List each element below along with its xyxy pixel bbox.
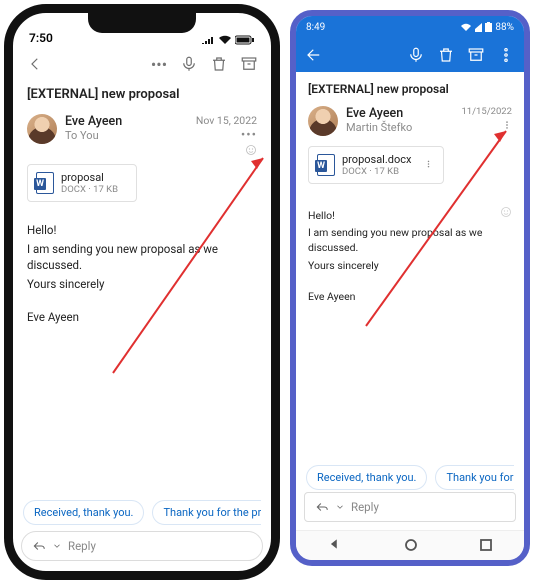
signal-icon — [201, 35, 215, 45]
nav-home-icon[interactable] — [405, 536, 417, 555]
sender-to: Martin Štefko — [346, 121, 412, 134]
wifi-icon — [218, 35, 232, 45]
archive-icon[interactable] — [464, 43, 488, 67]
attachment[interactable]: proposal DOCX · 17 KB — [27, 164, 137, 202]
avatar — [308, 106, 338, 136]
sender-to: To You — [65, 129, 122, 142]
email-content: [EXTERNAL] new proposal Eve Ayeen To You… — [13, 81, 271, 325]
message-more-icon[interactable] — [502, 118, 512, 136]
word-doc-icon — [317, 154, 335, 176]
sender-row[interactable]: Eve Ayeen To You Nov 15, 2022 ••• — [27, 114, 257, 144]
email-date: 11/15/2022 — [461, 106, 512, 117]
body-line: Yours sincerely — [308, 258, 512, 273]
email-body: Hello! I am sending you new proposal as … — [27, 222, 257, 325]
android-navbar — [296, 530, 524, 560]
quick-replies: Received, thank you. Thank you for the p… — [23, 500, 261, 525]
attachment-meta: DOCX · 17 KB — [342, 166, 411, 177]
battery-pct: 88% — [495, 22, 514, 33]
attachment[interactable]: proposal.docx DOCX · 17 KB — [308, 146, 444, 184]
status-indicators — [201, 35, 255, 45]
android-header: 8:49 88% — [296, 16, 524, 72]
reply-icon — [32, 539, 46, 553]
email-body: Hello! I am sending you new proposal as … — [308, 208, 512, 304]
email-content: [EXTERNAL] new proposal Eve Ayeen Martin… — [296, 72, 524, 304]
status-bar: 8:49 88% — [296, 16, 524, 38]
email-subject: [EXTERNAL] new proposal — [308, 82, 512, 96]
more-icon[interactable]: ••• — [147, 52, 171, 76]
reply-label: Reply — [68, 539, 96, 553]
android-frame: 8:49 88% — [290, 10, 530, 566]
signal-icon — [475, 23, 482, 32]
battery-icon — [235, 35, 255, 45]
quick-reply-chip[interactable]: Received, thank you. — [23, 500, 144, 525]
sender-name: Eve Ayeen — [65, 114, 122, 129]
back-icon[interactable] — [302, 43, 326, 67]
trash-icon[interactable] — [434, 43, 458, 67]
mic-icon[interactable] — [404, 43, 428, 67]
toolbar — [296, 38, 524, 72]
reply-icon — [315, 500, 329, 514]
toolbar: ••• — [13, 47, 271, 81]
body-line: Hello! — [27, 222, 257, 239]
body-line: Yours sincerely — [27, 276, 257, 293]
wifi-icon — [460, 23, 472, 32]
word-doc-icon — [36, 172, 54, 194]
avatar — [27, 114, 57, 144]
reply-bar[interactable]: Reply — [21, 531, 263, 561]
overflow-icon[interactable] — [494, 43, 518, 67]
trash-icon[interactable] — [207, 52, 231, 76]
battery-icon — [485, 22, 492, 32]
nav-back-icon[interactable] — [328, 536, 342, 555]
notch — [88, 13, 196, 33]
reaction-icon[interactable] — [500, 206, 512, 221]
quick-replies: Received, thank you. Thank you for the p… — [306, 465, 514, 490]
email-subject: [EXTERNAL] new proposal — [27, 87, 257, 102]
chevron-down-icon[interactable] — [335, 502, 345, 512]
body-line: Hello! — [308, 208, 512, 223]
message-more-icon[interactable]: ••• — [241, 128, 257, 143]
quick-reply-chip[interactable]: Received, thank you. — [306, 465, 427, 490]
status-indicators: 88% — [460, 22, 514, 33]
reply-label: Reply — [351, 500, 379, 514]
sender-name: Eve Ayeen — [346, 106, 412, 121]
archive-icon[interactable] — [237, 52, 261, 76]
attachment-name: proposal — [61, 171, 118, 184]
chevron-down-icon[interactable] — [52, 541, 62, 551]
body-line: I am sending you new proposal as we disc… — [308, 225, 512, 255]
nav-recent-icon[interactable] — [480, 536, 492, 555]
quick-reply-chip[interactable]: Thank you for the proposal. — [152, 500, 261, 525]
reply-bar[interactable]: Reply — [304, 492, 516, 522]
status-time: 7:50 — [29, 31, 53, 45]
reaction-icon[interactable] — [245, 144, 257, 159]
status-time: 8:49 — [306, 22, 325, 33]
attachment-more-icon[interactable] — [418, 157, 435, 174]
iphone-frame: 7:50 ••• [EXTERNAL] new prop — [4, 4, 280, 580]
body-signature: Eve Ayeen — [27, 309, 257, 326]
quick-reply-chip[interactable]: Thank you for the proposal. — [435, 465, 514, 490]
email-date: Nov 15, 2022 — [196, 114, 257, 127]
attachment-name: proposal.docx — [342, 153, 411, 166]
body-line: I am sending you new proposal as we disc… — [27, 241, 257, 274]
mic-icon[interactable] — [177, 52, 201, 76]
attachment-meta: DOCX · 17 KB — [61, 184, 118, 195]
sender-row[interactable]: Eve Ayeen Martin Štefko 11/15/2022 — [308, 106, 512, 136]
back-icon[interactable] — [23, 52, 47, 76]
body-signature: Eve Ayeen — [308, 289, 512, 304]
